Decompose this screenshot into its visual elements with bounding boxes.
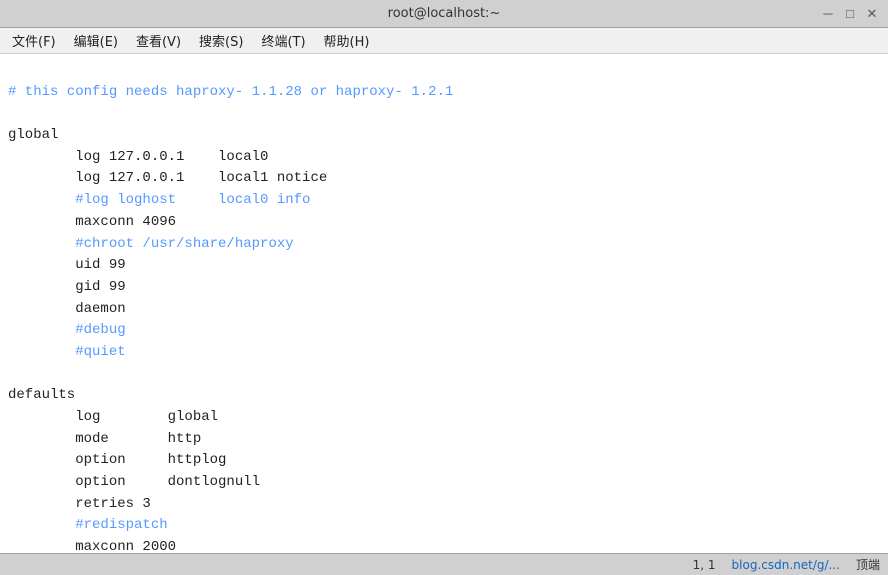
- end-label: 顶端: [856, 556, 880, 573]
- title-bar: root@localhost:~ ─ □ ✕: [0, 0, 888, 28]
- menu-search[interactable]: 搜索(S): [191, 29, 251, 52]
- window-title: root@localhost:~: [68, 6, 820, 21]
- close-button[interactable]: ✕: [864, 6, 880, 22]
- status-bar: 1, 1 blog.csdn.net/g/... 顶端: [0, 553, 888, 575]
- minimize-button[interactable]: ─: [820, 6, 836, 22]
- menu-view[interactable]: 查看(V): [128, 29, 189, 52]
- blog-link[interactable]: blog.csdn.net/g/...: [732, 558, 840, 572]
- window-controls: ─ □ ✕: [820, 6, 880, 22]
- terminal-content: # this config needs haproxy- 1.1.28 or h…: [8, 60, 880, 553]
- menu-bar: 文件(F) 编辑(E) 查看(V) 搜索(S) 终端(T) 帮助(H): [0, 28, 888, 54]
- terminal-window: root@localhost:~ ─ □ ✕ 文件(F) 编辑(E) 查看(V)…: [0, 0, 888, 575]
- menu-edit[interactable]: 编辑(E): [66, 29, 126, 52]
- menu-file[interactable]: 文件(F): [4, 29, 64, 52]
- menu-terminal[interactable]: 终端(T): [253, 29, 313, 52]
- menu-help[interactable]: 帮助(H): [316, 29, 378, 52]
- maximize-button[interactable]: □: [842, 6, 858, 22]
- terminal-body[interactable]: # this config needs haproxy- 1.1.28 or h…: [0, 54, 888, 553]
- cursor-position: 1, 1: [693, 558, 716, 572]
